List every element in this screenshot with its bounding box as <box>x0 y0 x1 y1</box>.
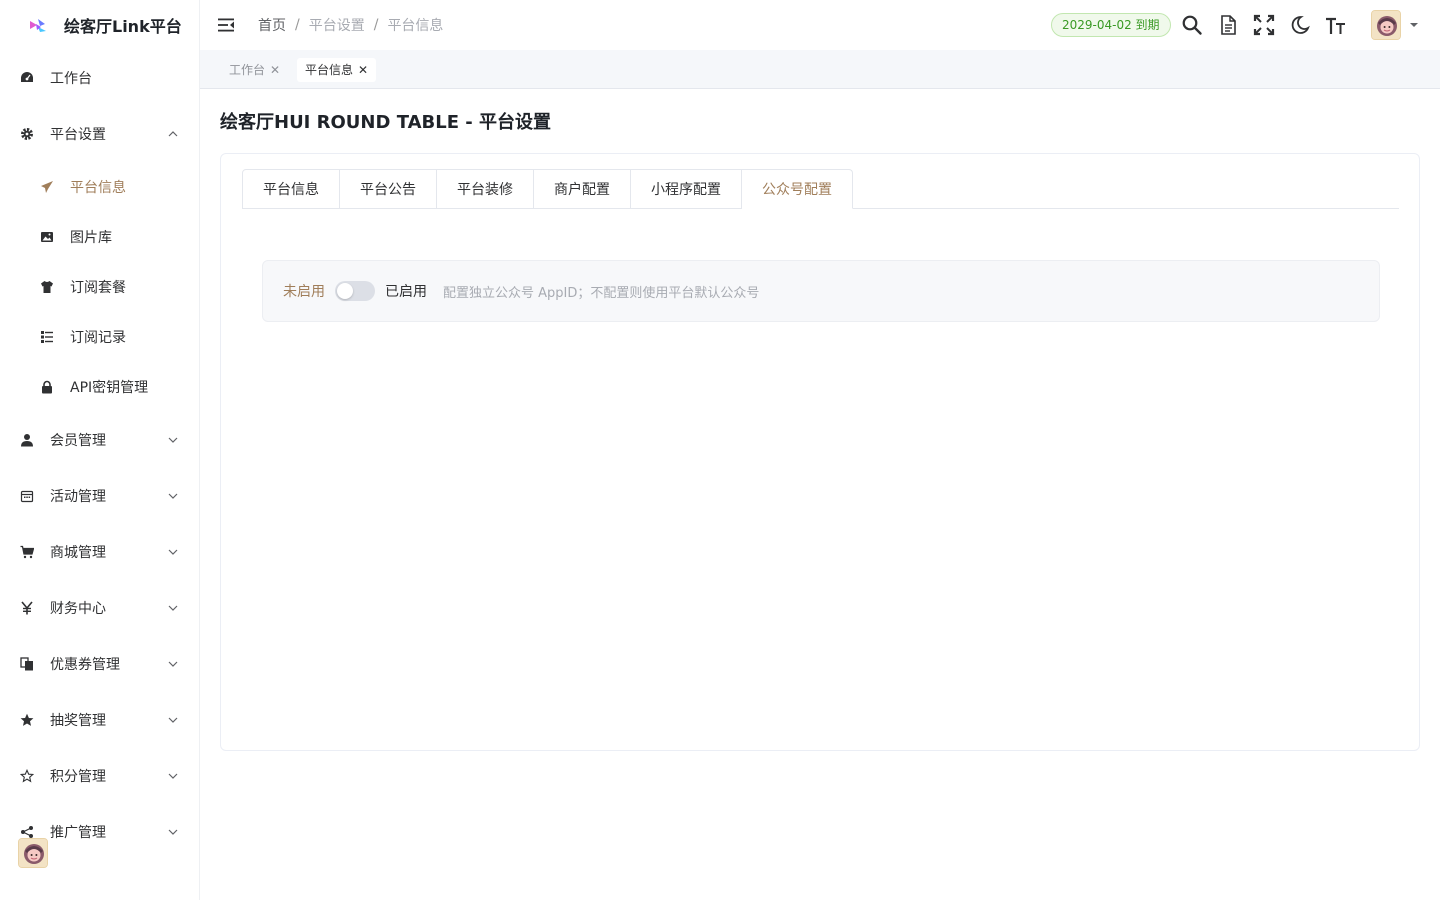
shirt-icon <box>40 280 54 294</box>
close-icon[interactable]: ✕ <box>358 58 368 82</box>
sidebar-item-label: 平台信息 <box>70 180 126 196</box>
search-icon[interactable] <box>1181 14 1203 36</box>
tag-label: 工作台 <box>229 63 266 77</box>
tab-platform-info[interactable]: 平台信息 <box>242 169 340 209</box>
dashboard-icon <box>20 71 34 85</box>
chevron-down-icon <box>168 717 178 723</box>
avatar-image <box>1372 11 1400 39</box>
breadcrumb-separator: / <box>295 17 300 33</box>
calendar-icon <box>20 489 34 503</box>
sidebar-item-label: 财务中心 <box>50 601 106 617</box>
tab-platform-decoration[interactable]: 平台装修 <box>437 169 534 209</box>
sidebar-item-label: 订阅套餐 <box>70 280 126 296</box>
chevron-down-icon <box>168 493 178 499</box>
settings-card: 平台信息 平台公告 平台装修 商户配置 小程序配置 公众号配置 未启用 已启用 … <box>220 153 1420 751</box>
chevron-down-icon <box>168 773 178 779</box>
star-outline-icon <box>20 769 34 783</box>
sidebar-item-label: 活动管理 <box>50 489 106 505</box>
enable-switch[interactable] <box>335 281 375 301</box>
image-icon <box>40 230 54 244</box>
sidebar-item-label: 平台设置 <box>50 127 106 143</box>
sidebar-subitem-subscription-plans[interactable]: 订阅套餐 <box>0 262 199 312</box>
sidebar-item-label: 工作台 <box>50 71 92 87</box>
menu-collapse-icon[interactable] <box>216 15 236 35</box>
sidebar-item-finance[interactable]: 财务中心 <box>0 580 199 636</box>
sidebar-item-points[interactable]: 积分管理 <box>0 748 199 804</box>
sidebar-subitem-platform-info[interactable]: 平台信息 <box>0 162 199 212</box>
sidebar-subitem-subscription-records[interactable]: 订阅记录 <box>0 312 199 362</box>
caret-down-icon[interactable] <box>1409 21 1419 29</box>
tab-miniprogram-config[interactable]: 小程序配置 <box>631 169 742 209</box>
sidebar-subitem-image-library[interactable]: 图片库 <box>0 212 199 262</box>
user-icon <box>20 433 34 447</box>
breadcrumb-platform-info: 平台信息 <box>387 18 444 34</box>
switch-knob <box>337 283 353 299</box>
chevron-down-icon <box>168 605 178 611</box>
sidebar-item-coupons[interactable]: 优惠券管理 <box>0 636 199 692</box>
star-filled-icon <box>20 713 34 727</box>
breadcrumb-platform-settings[interactable]: 平台设置 <box>309 15 365 35</box>
config-hint: 配置独立公众号 AppID；不配置则使用平台默认公众号 <box>443 285 760 301</box>
sidebar-item-label: API密钥管理 <box>70 380 149 396</box>
logo-icon <box>30 19 46 32</box>
document-icon[interactable] <box>1217 14 1239 36</box>
logo[interactable]: 绘客厅Link平台 <box>0 0 199 50</box>
tab-platform-announcement[interactable]: 平台公告 <box>340 169 437 209</box>
fullscreen-icon[interactable] <box>1253 14 1275 36</box>
chevron-down-icon <box>168 829 178 835</box>
settings-tabs: 平台信息 平台公告 平台装修 商户配置 小程序配置 公众号配置 <box>242 169 853 209</box>
sidebar-item-platform-settings[interactable]: 平台设置 <box>0 106 199 162</box>
tab-official-account-config[interactable]: 公众号配置 <box>742 169 853 209</box>
coupon-icon <box>20 657 34 671</box>
share-icon <box>20 825 34 839</box>
sidebar-item-label: 会员管理 <box>50 433 106 449</box>
tags-view: 工作台 ✕ 平台信息 ✕ <box>200 50 1440 89</box>
sidebar-subitem-api-keys[interactable]: API密钥管理 <box>0 362 199 412</box>
tab-merchant-config[interactable]: 商户配置 <box>534 169 631 209</box>
sidebar-item-label: 抽奖管理 <box>50 713 106 729</box>
user-avatar[interactable] <box>1371 10 1401 40</box>
chevron-down-icon <box>168 437 178 443</box>
avatar[interactable] <box>18 838 48 868</box>
switch-on-label[interactable]: 已启用 <box>385 281 427 301</box>
sidebar-item-mall[interactable]: 商城管理 <box>0 524 199 580</box>
sidebar-item-label: 优惠券管理 <box>50 657 120 673</box>
yen-icon <box>20 601 34 615</box>
breadcrumb-separator: / <box>373 17 379 33</box>
sidebar-item-activities[interactable]: 活动管理 <box>0 468 199 524</box>
chevron-up-icon <box>168 131 178 137</box>
paper-plane-icon <box>40 180 54 194</box>
switch-off-label[interactable]: 未启用 <box>283 281 325 301</box>
expire-badge: 2029-04-02 到期 <box>1051 13 1171 37</box>
avatar-image <box>19 839 47 867</box>
chevron-down-icon <box>168 661 178 667</box>
sidebar-item-label: 积分管理 <box>50 769 106 785</box>
sidebar-item-lottery[interactable]: 抽奖管理 <box>0 692 199 748</box>
page-title: 绘客厅HUI ROUND TABLE - 平台设置 <box>220 112 551 133</box>
app-title: 绘客厅Link平台 <box>64 17 182 36</box>
tag-dashboard[interactable]: 工作台 ✕ <box>221 58 288 82</box>
sidebar-item-dashboard[interactable]: 工作台 <box>0 50 199 106</box>
breadcrumb-home[interactable]: 首页 <box>258 15 286 35</box>
header: 首页 / 平台设置 / 平台信息 2029-04-02 到期 <box>200 0 1440 50</box>
sidebar-item-label: 订阅记录 <box>70 330 126 346</box>
sidebar: 绘客厅Link平台 工作台 平台设置 平台信息 图片库 订阅套餐 订阅记录 AP… <box>0 0 200 900</box>
chevron-down-icon <box>168 549 178 555</box>
list-icon <box>40 330 54 344</box>
lock-icon <box>40 380 54 394</box>
sidebar-item-label: 商城管理 <box>50 545 106 561</box>
sidebar-item-label: 推广管理 <box>50 825 106 841</box>
sidebar-item-label: 图片库 <box>70 230 112 246</box>
sidebar-item-members[interactable]: 会员管理 <box>0 412 199 468</box>
font-size-icon[interactable] <box>1325 14 1347 36</box>
gear-icon <box>20 127 34 141</box>
moon-icon[interactable] <box>1289 14 1311 36</box>
tag-platform-info[interactable]: 平台信息 ✕ <box>297 58 377 82</box>
official-account-config-panel: 未启用 已启用 配置独立公众号 AppID；不配置则使用平台默认公众号 <box>262 260 1380 322</box>
cart-icon <box>20 545 34 559</box>
tag-label: 平台信息 <box>305 63 354 77</box>
breadcrumb: 首页 / 平台设置 / 平台信息 <box>258 15 443 35</box>
close-icon[interactable]: ✕ <box>270 58 280 82</box>
